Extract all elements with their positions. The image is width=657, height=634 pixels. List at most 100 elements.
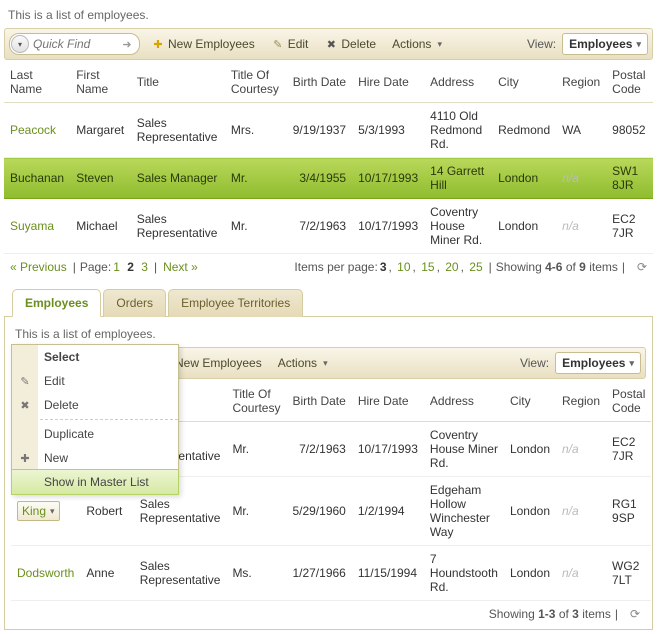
cm-select[interactable]: Select [12, 345, 178, 369]
showing-label: Showing [496, 260, 542, 274]
chevron-down-icon: ▾ [636, 39, 641, 50]
lastname-link[interactable]: Buchanan [10, 171, 64, 185]
new-employees-button[interactable]: ✚ New Employees [146, 34, 260, 54]
detail-refresh-icon[interactable]: ⟳ [628, 607, 642, 621]
ipp-label: Items per page: [294, 260, 377, 274]
col-courtesy[interactable]: Title Of Courtesy [225, 62, 287, 103]
of-label: of [566, 260, 576, 274]
refresh-icon[interactable]: ⟳ [635, 260, 649, 274]
col-postal[interactable]: Postal Code [606, 62, 653, 103]
table-row[interactable]: SuyamaMichaelSales RepresentativeMr.7/2/… [4, 199, 653, 254]
quickfind-go-icon[interactable]: ➜ [119, 36, 135, 52]
edit-icon: ✎ [271, 37, 285, 51]
cell-region: n/a [556, 422, 606, 477]
cell-courtesy: Mrs. [225, 103, 287, 158]
dcol-addr[interactable]: Address [424, 381, 504, 422]
tab-employees[interactable]: Employees [12, 289, 101, 317]
col-hdate[interactable]: Hire Date [352, 62, 424, 103]
cm-edit-label: Edit [44, 374, 65, 388]
d-showing-label: Showing [489, 607, 535, 621]
dcol-region[interactable]: Region [556, 381, 606, 422]
quickfind-input[interactable] [29, 35, 119, 53]
col-first[interactable]: First Name [70, 62, 130, 103]
detail-panel: This is a list of employees. ▾ ➜ ✚ New E… [4, 317, 653, 630]
table-row[interactable]: BuchananStevenSales ManagerMr.3/4/195510… [4, 158, 653, 199]
edit-icon: ✎ [17, 373, 33, 389]
cell-postal: WG2 7LT [606, 546, 651, 601]
col-last[interactable]: Last Name [4, 62, 70, 103]
col-region[interactable]: Region [556, 62, 606, 103]
top-grid: Last Name First Name Title Title Of Cour… [4, 62, 653, 254]
cell-courtesy: Mr. [225, 199, 287, 254]
cm-delete[interactable]: ✖ Delete [12, 393, 178, 417]
edit-label: Edit [288, 37, 309, 51]
cm-show-master[interactable]: Show in Master List [11, 469, 179, 495]
cell-region: n/a [556, 546, 606, 601]
tab-orders[interactable]: Orders [103, 289, 166, 317]
showing-range: 4-6 [545, 260, 562, 274]
cell-addr: 14 Garrett Hill [424, 158, 492, 199]
ipp-link[interactable]: 10 [397, 260, 410, 274]
cell-courtesy: Mr. [226, 422, 286, 477]
next-page[interactable]: Next » [163, 260, 198, 274]
cell-bdate: 7/2/1963 [286, 422, 351, 477]
cm-edit[interactable]: ✎ Edit [12, 369, 178, 393]
cell-bdate: 9/19/1937 [287, 103, 352, 158]
detail-tabs: Employees Orders Employee Territories [4, 288, 653, 317]
detail-view-select[interactable]: Employees ▾ [555, 352, 641, 374]
lastname-link[interactable]: Peacock [10, 123, 56, 137]
cell-first: Anne [80, 546, 133, 601]
cell-bdate: 3/4/1955 [287, 158, 352, 199]
dcol-hdate[interactable]: Hire Date [352, 381, 424, 422]
lastname-dropdown[interactable]: King▾ [17, 501, 60, 521]
cell-city: London [504, 546, 556, 601]
d-of: of [559, 607, 569, 621]
ipp-link[interactable]: 25 [469, 260, 482, 274]
edit-button[interactable]: ✎ Edit [266, 34, 314, 54]
lastname-link[interactable]: Suyama [10, 219, 54, 233]
items-label: items [589, 260, 618, 274]
col-bdate[interactable]: Birth Date [287, 62, 352, 103]
dcol-bdate[interactable]: Birth Date [286, 381, 351, 422]
actions-dropdown[interactable]: Actions [387, 34, 447, 54]
cell-hdate: 10/17/1993 [352, 422, 424, 477]
tab-territories[interactable]: Employee Territories [168, 289, 303, 317]
page-link[interactable]: 1 [113, 260, 120, 274]
actions-label: Actions [392, 37, 431, 51]
dcol-city[interactable]: City [504, 381, 556, 422]
lastname-link[interactable]: King [22, 504, 46, 518]
cm-new-label: New [44, 451, 68, 465]
cm-duplicate[interactable]: Duplicate [12, 422, 178, 446]
ipp-link[interactable]: 15 [421, 260, 434, 274]
dcol-postal[interactable]: Postal Code [606, 381, 651, 422]
quickfind-dropdown[interactable]: ▾ [11, 35, 29, 53]
cm-show-master-label: Show in Master List [44, 475, 149, 489]
quickfind-wrap: ▾ ➜ [9, 33, 140, 55]
view-select[interactable]: Employees ▾ [562, 33, 648, 55]
top-description: This is a list of employees. [8, 8, 653, 22]
dcol-courtesy[interactable]: Title Of Courtesy [226, 381, 286, 422]
detail-actions-label: Actions [278, 356, 317, 370]
cell-title: Sales Representative [131, 103, 225, 158]
ipp-link[interactable]: 20 [445, 260, 458, 274]
cm-new[interactable]: ✚ New [12, 446, 178, 470]
col-city[interactable]: City [492, 62, 556, 103]
lastname-link[interactable]: Dodsworth [17, 566, 74, 580]
detail-actions-dropdown[interactable]: Actions [273, 353, 333, 373]
page-link[interactable]: 3 [141, 260, 148, 274]
page-current: 2 [127, 260, 134, 274]
prev-page[interactable]: « Previous [10, 260, 67, 274]
table-row[interactable]: DodsworthAnneSales RepresentativeMs.1/27… [11, 546, 651, 601]
view-label: View: [527, 37, 556, 51]
ipp-current: 3 [380, 260, 387, 274]
cell-courtesy: Mr. [226, 477, 286, 546]
d-items: items [582, 607, 611, 621]
cell-first: Steven [70, 158, 130, 199]
delete-button[interactable]: ✖ Delete [319, 34, 381, 54]
col-title[interactable]: Title [131, 62, 225, 103]
cell-city: London [504, 477, 556, 546]
table-row[interactable]: PeacockMargaretSales RepresentativeMrs.9… [4, 103, 653, 158]
col-addr[interactable]: Address [424, 62, 492, 103]
cell-postal: 98052 [606, 103, 653, 158]
page-label: Page: [80, 260, 111, 274]
